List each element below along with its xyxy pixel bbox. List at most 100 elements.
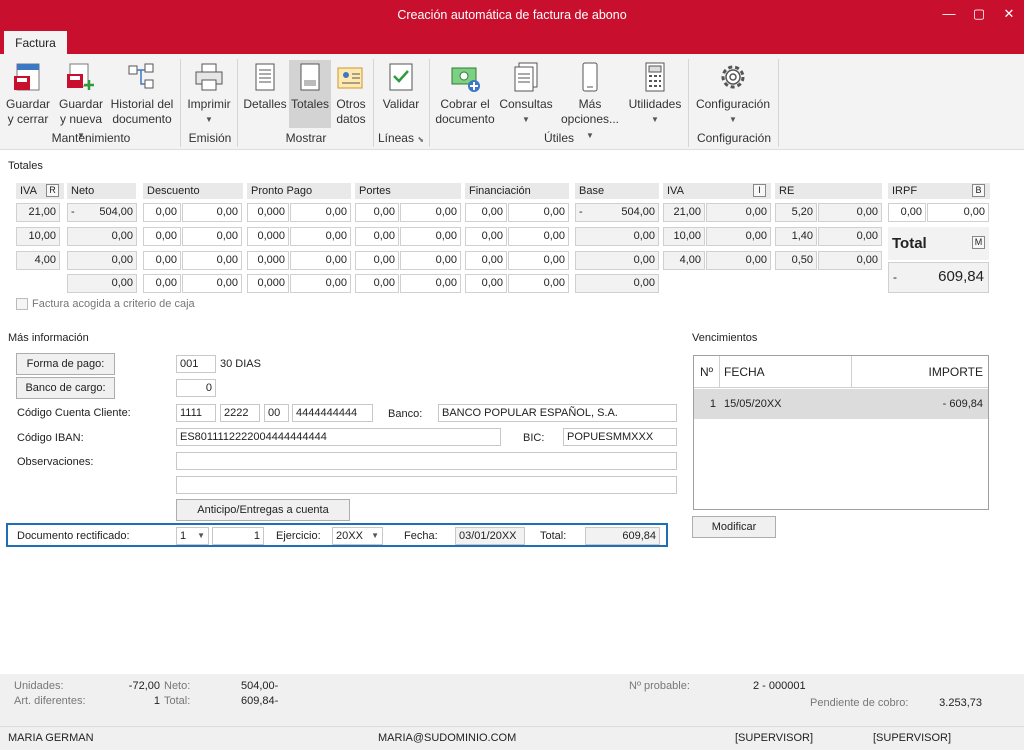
totales-cell-po2[interactable]: 0,00 — [400, 227, 461, 246]
totales-cell-f1[interactable]: 0,00 — [465, 274, 507, 293]
totales-cell-re-val: 0,00 — [818, 251, 882, 270]
totales-cell-d2[interactable]: 0,00 — [182, 227, 242, 246]
totales-cell-f1[interactable]: 0,00 — [465, 227, 507, 246]
vencimiento-fecha: 15/05/20XX — [724, 398, 782, 410]
totales-cell-po1[interactable]: 0,00 — [355, 251, 399, 270]
totales-cell-d2[interactable]: 0,00 — [182, 274, 242, 293]
totales-cell-po1[interactable]: 0,00 — [355, 203, 399, 222]
guardar-nueva-label-2: y nueva — [59, 112, 103, 126]
cobrar-button[interactable]: Cobrar el documento — [434, 60, 496, 127]
expand-icon[interactable]: ⬊ — [417, 135, 424, 144]
close-button[interactable]: ✕ — [996, 4, 1022, 24]
totales-cell-f2[interactable]: 0,00 — [508, 227, 569, 246]
header-descuento: Descuento — [143, 183, 243, 199]
totales-cell-po2[interactable]: 0,00 — [400, 274, 461, 293]
ccc-entidad[interactable]: 1111 — [176, 404, 216, 422]
col-n[interactable]: Nº — [694, 356, 720, 388]
totales-cell-pp1[interactable]: 0,000 — [247, 274, 289, 293]
configuracion-button[interactable]: Configuración ▼ — [692, 60, 774, 127]
totales-cell-d1[interactable]: 0,00 — [143, 251, 181, 270]
ccc-dc[interactable]: 00 — [264, 404, 289, 422]
totales-cell-po2[interactable]: 0,00 — [400, 251, 461, 270]
utilidades-button[interactable]: Utilidades ▼ — [626, 60, 684, 127]
group-mantenimiento: Mantenimiento — [51, 131, 131, 145]
criterio-caja-checkbox[interactable] — [16, 298, 28, 310]
totales-button[interactable]: Totales — [289, 60, 331, 112]
totales-cell-f2[interactable]: 0,00 — [508, 251, 569, 270]
totales-cell-po1[interactable]: 0,00 — [355, 227, 399, 246]
totales-cell-neto: 0,00 — [67, 274, 137, 293]
detalles-button[interactable]: Detalles — [243, 60, 287, 112]
historial-button[interactable]: Historial del documento — [108, 60, 176, 127]
ribbon: Guardar y cerrar Guardar y nueva ▼ Histo… — [0, 54, 1024, 150]
totales-cell-pp1[interactable]: 0,000 — [247, 227, 289, 246]
ejercicio-select[interactable]: 20XX ▼ — [332, 527, 383, 545]
mas-opciones-label-2: opciones... — [560, 112, 620, 126]
totales-cell-pp2[interactable]: 0,00 — [290, 227, 351, 246]
totales-cell-iva: 10,00 — [16, 227, 60, 246]
observaciones-field-1[interactable] — [176, 452, 677, 470]
calculator-icon — [645, 62, 665, 92]
doc-rect-num[interactable]: 1 — [212, 527, 264, 545]
forma-pago-button[interactable]: Forma de pago: — [16, 353, 115, 375]
observaciones-field-2[interactable] — [176, 476, 677, 494]
totales-cell-pp1[interactable]: 0,000 — [247, 251, 289, 270]
irpf-pct[interactable]: 0,00 — [888, 203, 926, 222]
bic-value[interactable]: POPUESMMXXX — [563, 428, 677, 446]
totales-cell-pp2[interactable]: 0,00 — [290, 274, 351, 293]
irpf-flag-b[interactable]: B — [972, 184, 985, 197]
totales-cell-d1[interactable]: 0,00 — [143, 274, 181, 293]
validate-icon — [389, 63, 413, 91]
tab-factura[interactable]: Factura — [4, 31, 67, 55]
col-importe[interactable]: IMPORTE — [929, 356, 983, 388]
totales-cell-base: 504,00 — [575, 203, 659, 222]
ccc-cuenta[interactable]: 4444444444 — [292, 404, 373, 422]
totales-cell-pp1[interactable]: 0,000 — [247, 203, 289, 222]
banco-cargo-button[interactable]: Banco de cargo: — [16, 377, 115, 399]
totales-cell-pp2[interactable]: 0,00 — [290, 251, 351, 270]
otros-datos-button[interactable]: Otros datos — [332, 60, 370, 127]
consultas-button[interactable]: Consultas ▼ — [498, 60, 554, 127]
col-fecha[interactable]: FECHA — [724, 356, 852, 388]
art-diferentes-value: 1 — [153, 695, 160, 707]
banco-cargo-value[interactable]: 0 — [176, 379, 216, 397]
totales-cell-d2[interactable]: 0,00 — [182, 251, 242, 270]
totales-section-title: Totales — [8, 160, 43, 172]
footer-total-value: 609,84- — [241, 695, 279, 707]
totales-cell-re-pct: 1,40 — [775, 227, 817, 246]
totales-cell-f2[interactable]: 0,00 — [508, 203, 569, 222]
anticipo-button[interactable]: Anticipo/Entregas a cuenta — [176, 499, 350, 521]
status-role-1: [SUPERVISOR] — [735, 732, 814, 744]
irpf-val[interactable]: 0,00 — [927, 203, 989, 222]
iva-flag-i[interactable]: I — [753, 184, 766, 197]
totales-cell-d1[interactable]: 0,00 — [143, 227, 181, 246]
group-configuracion: Configuración — [696, 131, 772, 145]
total-sign: - — [893, 270, 897, 284]
guardar-cerrar-label-1: Guardar — [5, 97, 51, 111]
iban-value[interactable]: ES8011112222004444444444 — [176, 428, 501, 446]
totales-cell-f1[interactable]: 0,00 — [465, 203, 507, 222]
doc-rect-serie-select[interactable]: 1 ▼ — [176, 527, 209, 545]
guardar-cerrar-button[interactable]: Guardar y cerrar — [4, 60, 52, 127]
vencimiento-row[interactable]: 1 15/05/20XX - 609,84 — [694, 389, 988, 419]
totales-cell-f2[interactable]: 0,00 — [508, 274, 569, 293]
ccc-oficina[interactable]: 2222 — [220, 404, 260, 422]
imprimir-button[interactable]: Imprimir ▼ — [184, 60, 234, 127]
n-probable-label: Nº probable: — [629, 680, 690, 692]
footer-total-label: Total: — [164, 695, 191, 707]
status-user: MARIA GERMAN — [8, 732, 94, 744]
minimize-button[interactable]: — — [936, 4, 962, 24]
totales-cell-d2[interactable]: 0,00 — [182, 203, 242, 222]
totales-cell-po2[interactable]: 0,00 — [400, 203, 461, 222]
forma-pago-code[interactable]: 001 — [176, 355, 216, 373]
total-flag-m[interactable]: M — [972, 236, 985, 249]
totales-cell-f1[interactable]: 0,00 — [465, 251, 507, 270]
maximize-button[interactable]: ▢ — [966, 4, 992, 24]
banco-value[interactable]: BANCO POPULAR ESPAÑOL, S.A. — [438, 404, 677, 422]
iva-flag-r[interactable]: R — [46, 184, 59, 197]
modificar-button[interactable]: Modificar — [692, 516, 776, 538]
validar-button[interactable]: Validar — [378, 60, 424, 112]
totales-cell-d1[interactable]: 0,00 — [143, 203, 181, 222]
totales-cell-po1[interactable]: 0,00 — [355, 274, 399, 293]
totales-cell-pp2[interactable]: 0,00 — [290, 203, 351, 222]
